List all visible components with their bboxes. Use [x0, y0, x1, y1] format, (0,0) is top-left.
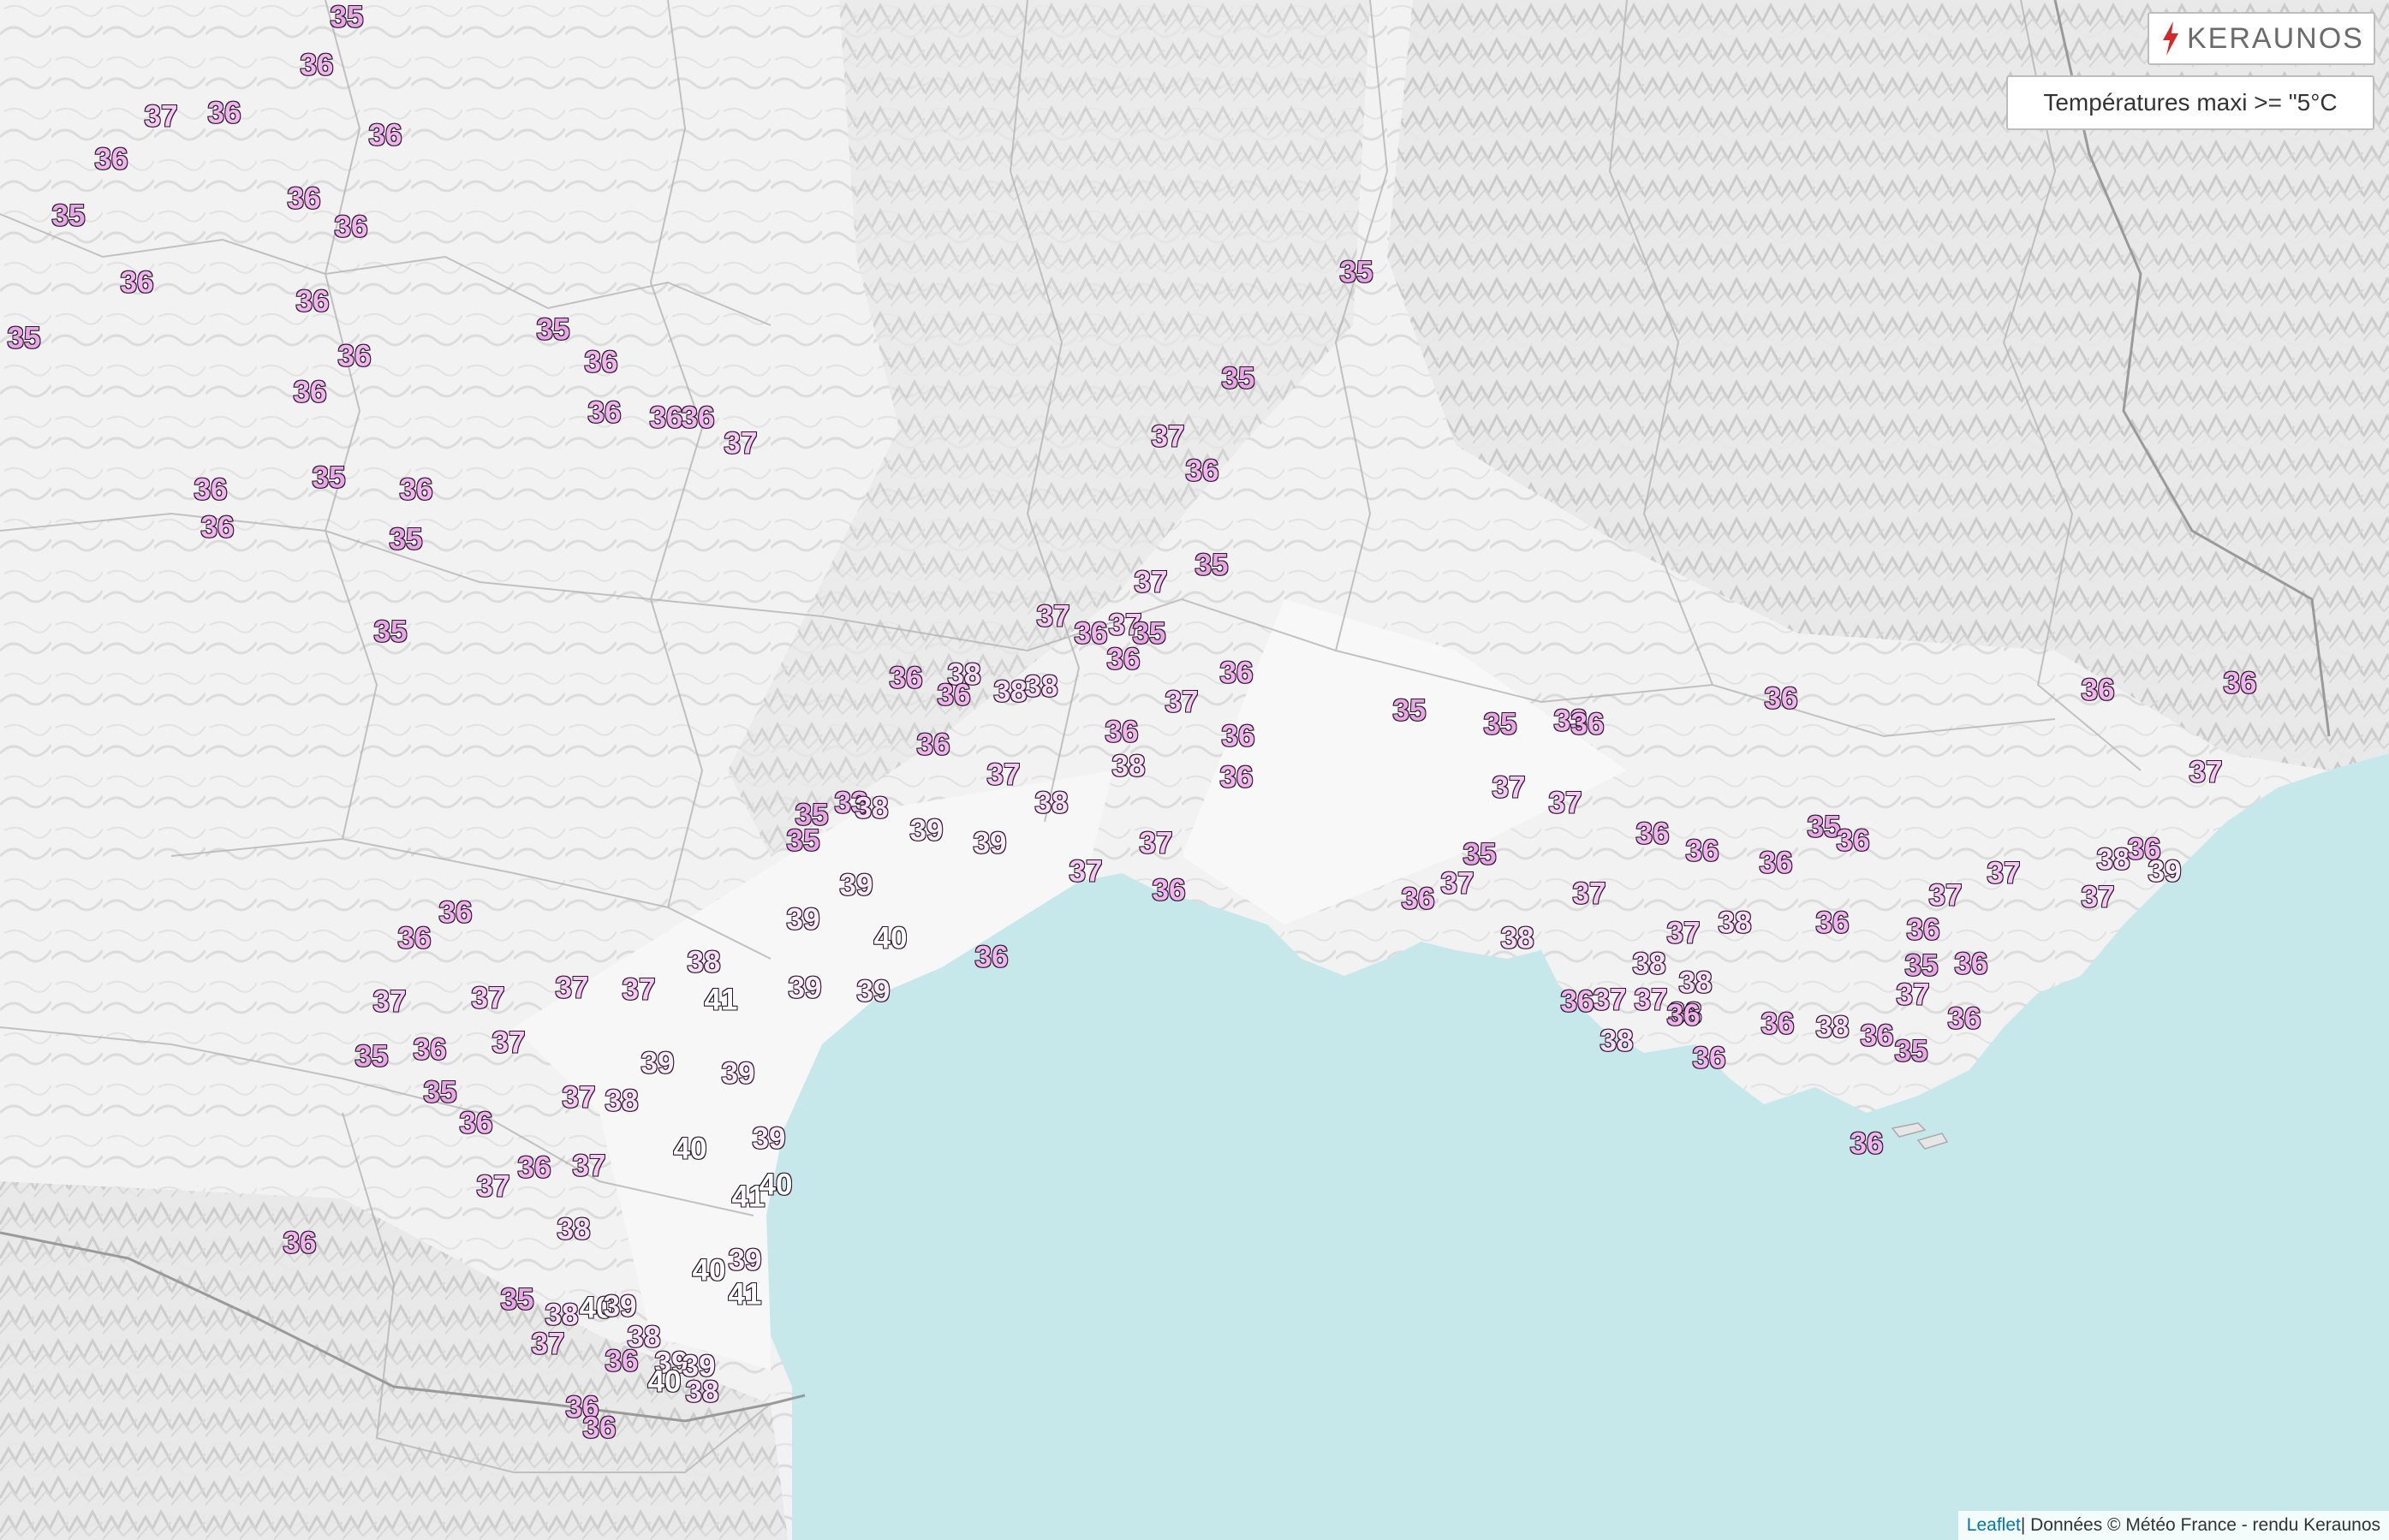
map-canvas[interactable]: [0, 0, 2389, 1540]
keraunos-logo[interactable]: KERAUNOS: [2148, 12, 2375, 65]
legend-title: Températures maxi >= "5°C: [2006, 75, 2374, 130]
leaflet-link[interactable]: Leaflet: [1967, 1515, 2021, 1536]
map-attribution: Leaflet | Données © Météo France - rendu…: [1957, 1511, 2389, 1540]
logo-text: KERAUNOS: [2187, 21, 2364, 55]
lightning-icon: [2163, 21, 2178, 56]
attribution-text: | Données © Météo France - rendu Kerauno…: [2020, 1515, 2380, 1535]
